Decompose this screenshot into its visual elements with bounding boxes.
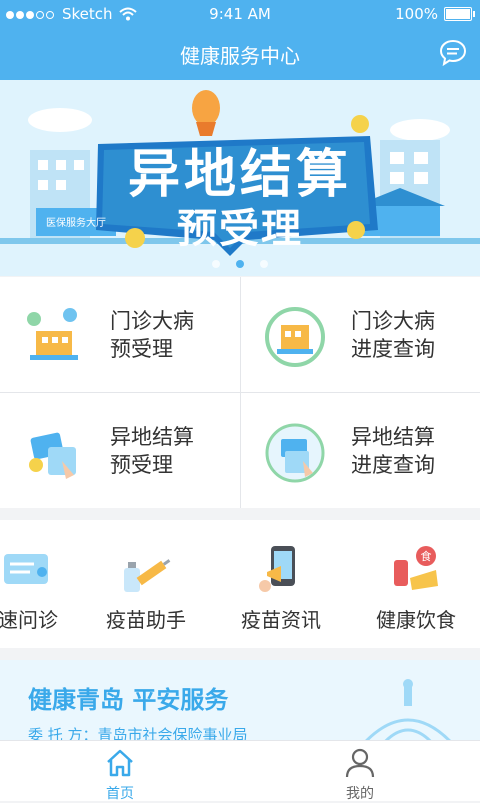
pager-dot[interactable]: [260, 260, 268, 268]
quick-label: 疫苗资讯: [241, 608, 321, 632]
service-line1: 异地结算: [110, 425, 194, 449]
promo-card[interactable]: 健康青岛 平安服务 委 托 方：青岛市社会保险事业局: [0, 660, 480, 740]
service-line2: 预受理: [110, 337, 173, 361]
service-line1: 门诊大病: [351, 309, 435, 333]
page-title: 健康服务中心: [180, 44, 300, 68]
service-outpatient-progress[interactable]: 门诊大病 进度查询: [241, 277, 480, 392]
consult-icon: [4, 554, 48, 584]
tab-label: 首页: [106, 786, 134, 802]
service-line2: 进度查询: [351, 453, 435, 477]
carousel-pager[interactable]: [0, 260, 480, 268]
quick-functions: 速问诊 疫苗助手 疫苗资讯 食 健康饮食: [0, 520, 480, 648]
service-line2: 进度查询: [351, 337, 435, 361]
quick-label: 速问诊: [0, 608, 58, 632]
service-line1: 门诊大病: [110, 309, 194, 333]
chat-icon[interactable]: [438, 38, 468, 68]
service-line2: 预受理: [110, 453, 173, 477]
service-line1: 异地结算: [351, 425, 435, 449]
outpatient-apply-icon: [27, 308, 78, 360]
outpatient-progress-icon: [265, 307, 325, 367]
service-remote-apply[interactable]: 异地结算 预受理: [0, 393, 239, 508]
tab-label: 我的: [346, 786, 374, 802]
battery-icon: [444, 7, 475, 21]
grid-divider-vertical: [240, 277, 241, 508]
banner-building-sign: 医保服务大厅: [46, 218, 106, 229]
phone-megaphone-icon: [259, 546, 295, 592]
pager-dot-active[interactable]: [236, 260, 244, 268]
tab-mine[interactable]: 我的: [240, 741, 480, 802]
landmark-illustration: [365, 679, 451, 740]
quick-vaccine-helper[interactable]: 疫苗助手: [86, 520, 206, 648]
battery-percent: 100%: [395, 5, 438, 23]
promo-subtitle: 委 托 方：青岛市社会保险事业局: [28, 726, 248, 740]
home-icon: [107, 749, 133, 777]
tab-bar: 首页 我的: [0, 740, 480, 802]
svg-text:食: 食: [421, 549, 432, 563]
quick-label: 疫苗助手: [106, 608, 186, 632]
syringe-icon: [124, 559, 171, 592]
banner-carousel[interactable]: 异地结算 预受理 医保服务大厅: [0, 80, 480, 276]
nav-bar: 健康服务中心: [0, 28, 480, 80]
remote-apply-icon: [29, 432, 76, 479]
remote-progress-icon: [265, 423, 325, 483]
pager-dot[interactable]: [212, 260, 220, 268]
quick-label: 健康饮食: [376, 608, 456, 632]
quick-consult[interactable]: 速问诊: [0, 520, 88, 648]
tab-home[interactable]: 首页: [0, 741, 240, 802]
service-outpatient-apply[interactable]: 门诊大病 预受理: [0, 277, 239, 392]
user-icon: [345, 748, 375, 778]
food-icon: 食: [394, 546, 438, 590]
status-bar: Sketch 9:41 AM 100%: [0, 0, 480, 28]
service-remote-progress[interactable]: 异地结算 进度查询: [241, 393, 480, 508]
quick-healthy-food[interactable]: 食 健康饮食: [356, 520, 476, 648]
banner-line2: 预受理: [177, 206, 303, 252]
service-grid: 门诊大病 预受理 门诊大病 进度查询 异地结算 预受理 异地结算 进度查询: [0, 277, 480, 508]
quick-vaccine-news[interactable]: 疫苗资讯: [221, 520, 341, 648]
promo-headline: 健康青岛 平安服务: [28, 686, 229, 714]
